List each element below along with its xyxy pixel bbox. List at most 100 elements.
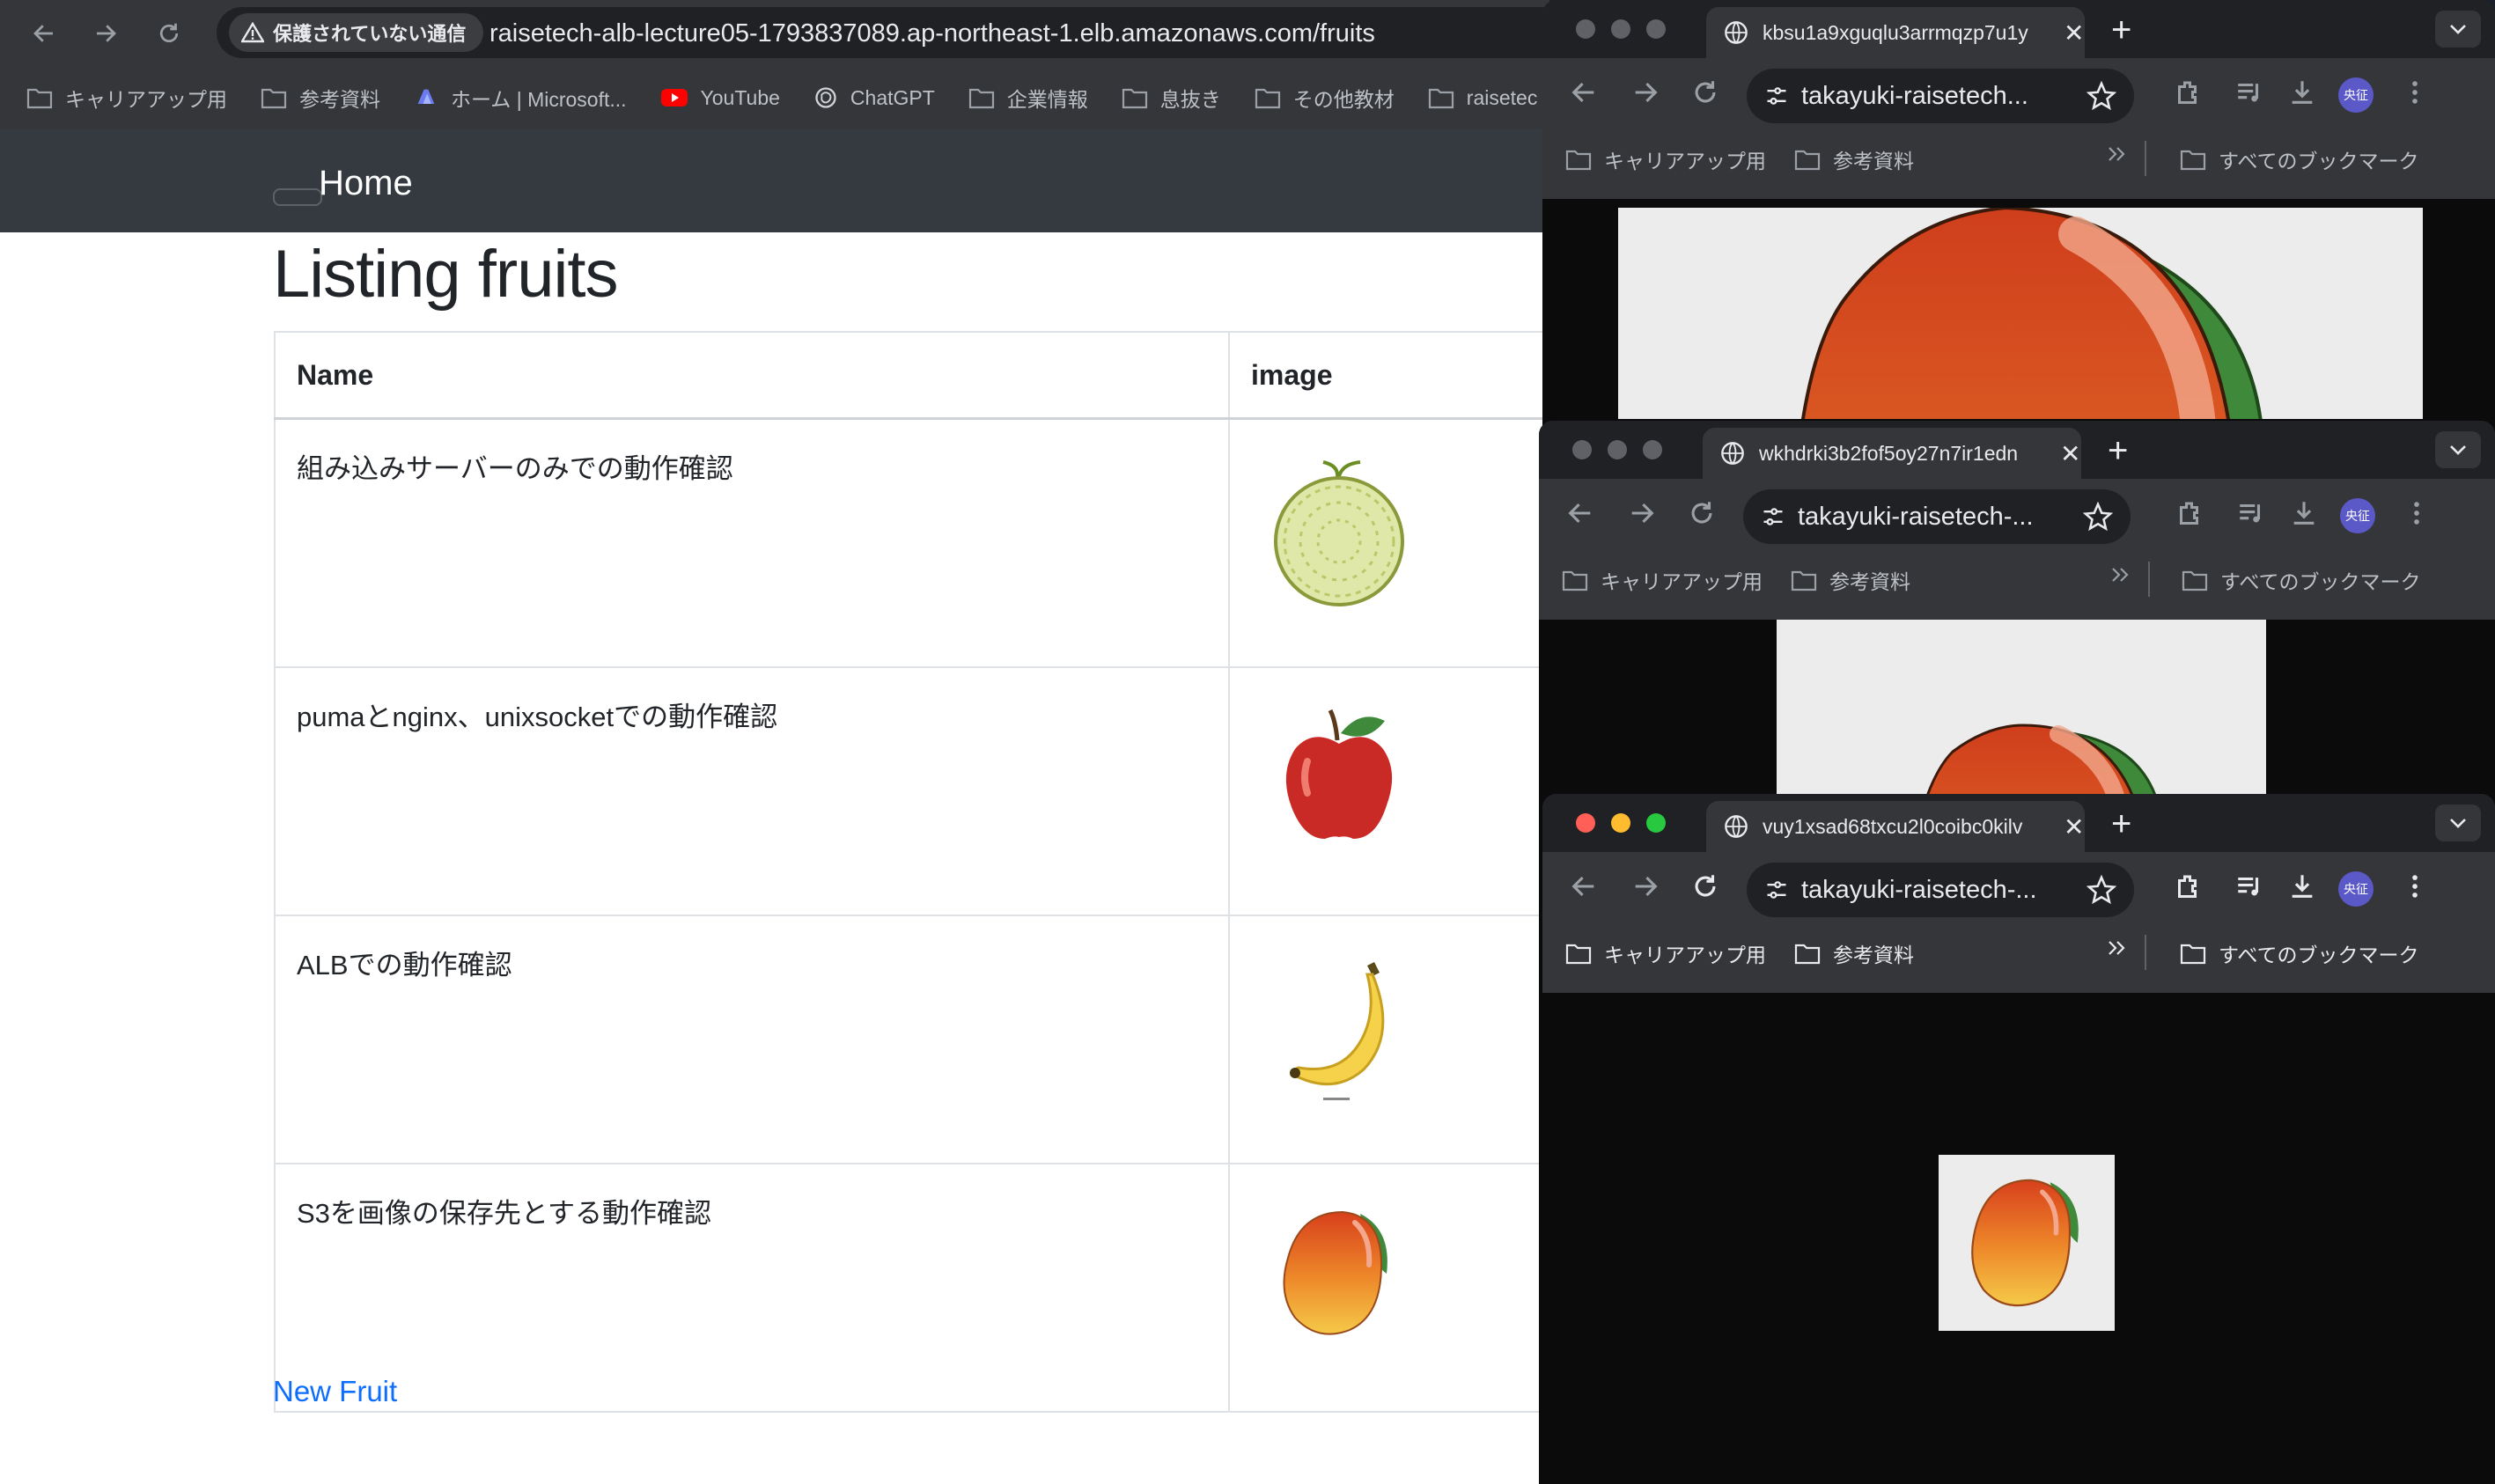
bookmark-label: キャリアアップ用 <box>1604 944 1766 966</box>
new-tab-button[interactable]: + <box>2111 804 2131 844</box>
avatar[interactable]: 央征 <box>2338 77 2374 113</box>
star-icon[interactable] <box>2087 875 2116 905</box>
download-icon[interactable] <box>2287 77 2317 107</box>
bookmark-item[interactable]: キャリアアップ用 <box>26 83 227 113</box>
fruit-name: pumaとnginx、unixsocketでの動作確認 <box>274 666 1230 916</box>
arrow-left-icon <box>33 25 53 42</box>
folder-icon <box>1565 150 1592 171</box>
new-fruit-link[interactable]: New Fruit <box>273 1375 397 1408</box>
window-minimize-button[interactable] <box>1608 440 1627 459</box>
tab-search-button[interactable] <box>2435 11 2481 48</box>
folder-icon <box>26 86 53 109</box>
new-tab-button[interactable]: + <box>2108 431 2128 471</box>
window-zoom-button[interactable] <box>1646 19 1666 39</box>
media-queue-icon[interactable] <box>2234 77 2264 107</box>
bookmark-item[interactable]: 企業情報 <box>968 83 1088 113</box>
globe-icon <box>1725 815 1748 838</box>
star-icon[interactable] <box>2087 81 2116 111</box>
more-bookmarks-icon[interactable] <box>2109 565 2132 584</box>
bookmark-divider <box>2145 141 2146 176</box>
window-close-button[interactable] <box>1576 813 1595 833</box>
tab-search-button[interactable] <box>2435 804 2481 841</box>
reload-icon[interactable] <box>1690 871 1720 901</box>
folder-icon <box>2180 150 2206 171</box>
bookmark-item[interactable]: ChatGPT <box>813 85 935 110</box>
bookmark-item[interactable]: YouTube <box>660 86 780 110</box>
bookmarks-bar: キャリアアップ用 参考資料 ホーム | Microsoft... YouTube Cha… <box>0 67 1549 129</box>
extensions-icon[interactable] <box>2173 77 2204 109</box>
bookmark-label: 参考資料 <box>1833 944 1914 966</box>
extensions-icon[interactable] <box>2175 498 2206 530</box>
arrow-left-icon[interactable] <box>1565 498 1595 528</box>
download-icon[interactable] <box>2287 871 2317 901</box>
tab-close-icon[interactable]: ✕ <box>2064 812 2084 841</box>
more-vert-icon[interactable] <box>2400 871 2430 901</box>
bookmark-item[interactable]: その他教材 <box>1255 83 1395 113</box>
arrow-left-icon[interactable] <box>1569 871 1599 901</box>
reload-icon <box>159 23 179 43</box>
media-queue-icon[interactable] <box>2236 498 2266 528</box>
back-button[interactable] <box>19 9 69 58</box>
copilot-icon <box>414 85 438 110</box>
more-vert-icon[interactable] <box>2402 498 2432 528</box>
mango-image <box>1618 208 2423 419</box>
security-chip[interactable]: 保護されていない通信 <box>229 13 484 52</box>
window-minimize-button[interactable] <box>1611 813 1630 833</box>
new-tab-button[interactable]: + <box>2111 11 2131 50</box>
browser-tab[interactable]: wkhdrki3b2fof5oy27n7ir1edn ✕ <box>1703 428 2081 479</box>
reload-button[interactable] <box>144 9 194 58</box>
bookmark-item[interactable]: raisetec <box>1428 85 1538 110</box>
arrow-right-icon[interactable] <box>1630 77 1660 107</box>
window-minimize-button[interactable] <box>1611 19 1630 39</box>
window-zoom-button[interactable] <box>1646 813 1666 833</box>
more-bookmarks-icon[interactable] <box>2106 938 2129 958</box>
window-zoom-button[interactable] <box>1643 440 1662 459</box>
more-vert-icon[interactable] <box>2400 77 2430 107</box>
bookmark-item[interactable]: 息抜き <box>1122 83 1221 113</box>
reload-icon[interactable] <box>1690 77 1720 107</box>
download-icon[interactable] <box>2289 498 2319 528</box>
url-text[interactable]: raisetech-alb-lecture05-1793837089.ap-no… <box>489 19 1375 48</box>
folder-icon <box>1122 86 1148 109</box>
bookmark-item[interactable]: ホーム | Microsoft... <box>414 83 627 113</box>
avatar[interactable]: 央征 <box>2340 498 2375 533</box>
tab-search-button[interactable] <box>2435 431 2481 468</box>
address-bar[interactable]: 保護されていない通信 raisetech-alb-lecture05-17938… <box>217 7 1549 58</box>
avatar[interactable]: 央征 <box>2338 871 2374 907</box>
bookmark-label: YouTube <box>700 85 780 109</box>
navbar-toggler[interactable] <box>273 188 322 206</box>
browser-tab[interactable]: kbsu1a9xguqlu3arrmqzp7u1y ✕ <box>1706 7 2085 58</box>
bookmark-label: raisetec <box>1466 85 1538 109</box>
forward-button[interactable] <box>81 9 130 58</box>
bookmark-label: キャリアアップ用 <box>65 88 227 111</box>
address-bar[interactable]: takayuki-raisetech-... <box>1747 863 2134 917</box>
bookmark-item[interactable]: 参考資料 <box>261 83 380 113</box>
tab-title: wkhdrki3b2fof5oy27n7ir1edn <box>1759 441 2019 465</box>
window-close-button[interactable] <box>1576 19 1595 39</box>
arrow-right-icon[interactable] <box>1627 498 1657 528</box>
bookmark-label: 息抜き <box>1159 88 1221 111</box>
address-bar[interactable]: takayuki-raisetech... <box>1747 69 2134 123</box>
arrow-left-icon[interactable] <box>1569 77 1599 107</box>
home-link[interactable]: Home <box>319 164 413 203</box>
address-bar[interactable]: takayuki-raisetech-... <box>1743 489 2131 544</box>
media-queue-icon[interactable] <box>2234 871 2264 901</box>
browser-tab[interactable]: vuy1xsad68txcu2l0coibc0kilv ✕ <box>1706 801 2085 852</box>
extensions-icon[interactable] <box>2173 871 2204 903</box>
bookmarks-bar: キャリアアップ用 参考資料 すべてのブックマーク <box>1539 549 2495 611</box>
tab-close-icon[interactable]: ✕ <box>2064 18 2084 48</box>
more-bookmarks-icon[interactable] <box>2106 144 2129 164</box>
column-header-name: Name <box>274 331 1230 420</box>
arrow-right-icon[interactable] <box>1630 871 1660 901</box>
bookmarks-bar: キャリアアップ用 参考資料 すべてのブックマーク <box>1542 129 2495 190</box>
bookmark-label: キャリアアップ用 <box>1604 150 1766 173</box>
bookmark-label: ホーム | Microsoft... <box>451 88 627 111</box>
star-icon[interactable] <box>2083 502 2113 532</box>
window-close-button[interactable] <box>1572 440 1592 459</box>
tab-close-icon[interactable]: ✕ <box>2060 439 2080 468</box>
tab-title: vuy1xsad68txcu2l0coibc0kilv <box>1763 814 2023 838</box>
reload-icon[interactable] <box>1687 498 1717 528</box>
folder-icon <box>1794 150 1821 171</box>
site-settings-icon <box>1767 881 1786 899</box>
browser-window-3: vuy1xsad68txcu2l0coibc0kilv ✕ + takayuki… <box>1542 794 2495 1484</box>
